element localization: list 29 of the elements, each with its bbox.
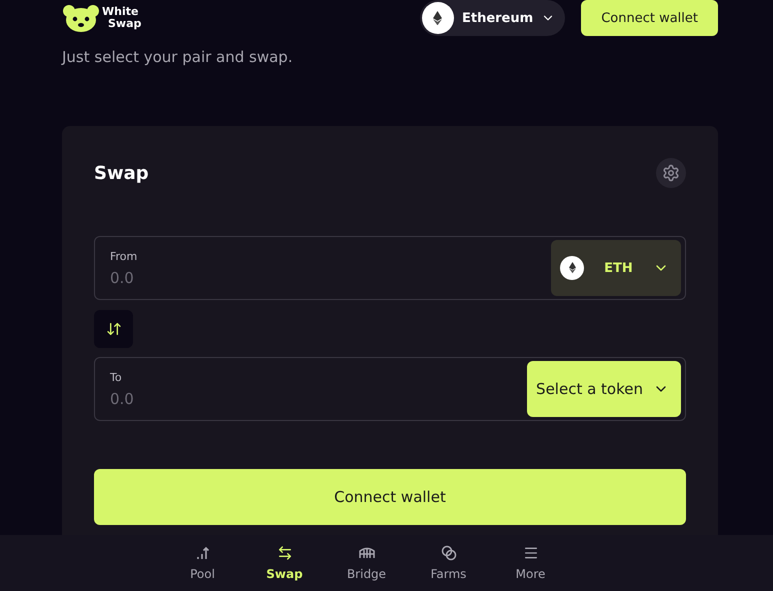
card-title: Swap	[94, 162, 149, 184]
nav-tab[interactable]: More	[490, 535, 572, 591]
brand-name: White Swap	[102, 6, 142, 30]
bridge-icon	[358, 545, 374, 561]
nav-tab[interactable]: Bridge	[326, 535, 408, 591]
ethereum-icon	[433, 10, 442, 26]
bear-logo	[62, 3, 100, 33]
connect-wallet-button[interactable]: Connect wallet	[581, 0, 718, 36]
swap-arrows-icon	[106, 321, 122, 337]
amount-field[interactable]: From 0.0 ETH	[94, 236, 686, 300]
field-label: From	[110, 250, 138, 262]
ethereum-icon	[568, 262, 576, 274]
swap-arrows-icon	[276, 545, 292, 561]
select-token-button[interactable]: Select a token	[527, 361, 681, 417]
token-selector[interactable]: ETH	[551, 240, 681, 296]
nav-tab[interactable]: Pool	[162, 535, 244, 591]
menu-icon	[522, 545, 538, 561]
coins-icon	[440, 545, 456, 561]
amount-field[interactable]: To 0.0 Select a token	[94, 357, 686, 421]
settings-button[interactable]	[656, 158, 686, 188]
settings-icon	[662, 164, 680, 182]
network-selector[interactable]: Ethereum	[420, 0, 566, 36]
bar-chart-icon	[194, 545, 210, 561]
subtitle: Just select your pair and swap.	[62, 48, 294, 66]
nav-tab[interactable]: Swap	[244, 535, 326, 591]
nav-tab[interactable]: Farms	[408, 535, 490, 591]
connect-wallet-button[interactable]: Connect wallet	[94, 469, 686, 525]
field-label: To	[110, 370, 123, 384]
swap-direction-button[interactable]	[94, 310, 133, 348]
